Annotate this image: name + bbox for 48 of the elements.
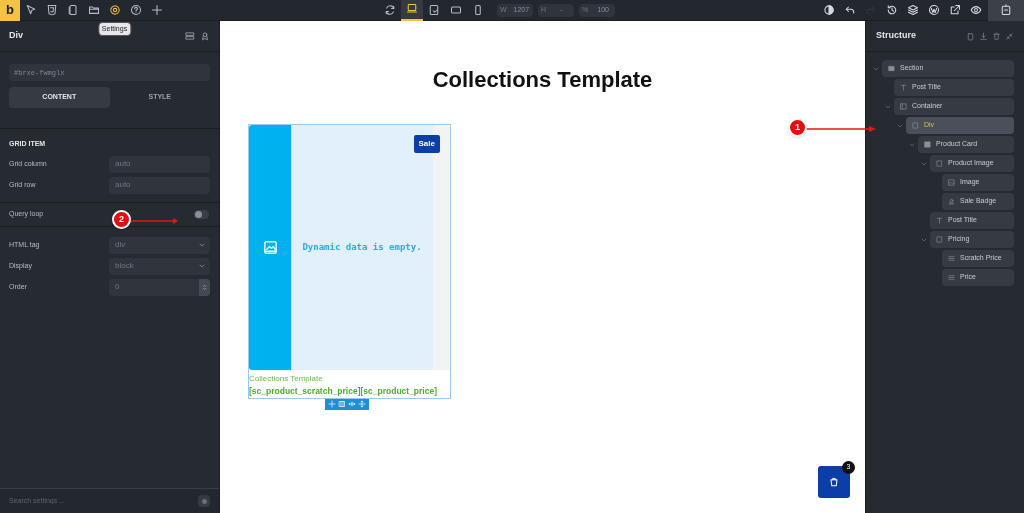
- device-button[interactable]: [401, 0, 423, 21]
- columns-icon: [338, 400, 346, 409]
- product-price: [sc_product_scratch_price][sc_product_price]: [249, 385, 438, 398]
- panel-title: Div: [9, 29, 23, 43]
- pages-icon: [66, 4, 79, 16]
- badge-icon: [200, 31, 210, 41]
- shield-icon: [45, 4, 58, 16]
- page-heading: Collections Template: [432, 66, 653, 94]
- text-icon: [936, 217, 943, 224]
- phone-icon: [472, 4, 484, 16]
- image-icon: [948, 179, 955, 186]
- download-icon: [979, 31, 988, 41]
- cart-button[interactable]: [818, 466, 850, 498]
- settings-icon: [108, 4, 121, 16]
- lines-icon: [948, 255, 955, 262]
- laptop-icon: [406, 3, 418, 15]
- empty-message: Dynamic data is empty.: [302, 240, 422, 254]
- clipboard-icon: [966, 31, 975, 41]
- image-icon: [262, 240, 278, 255]
- pointer-icon: [24, 4, 37, 16]
- sale-badge: Sale: [413, 135, 440, 153]
- panel-title: Structure: [876, 29, 916, 43]
- badge-icon: [948, 198, 955, 205]
- text-icon: [900, 84, 907, 91]
- toolbar-button[interactable]: [988, 0, 1024, 21]
- plus-icon: [150, 4, 163, 16]
- stepper-icon: [201, 283, 208, 291]
- plus-icon: [328, 400, 336, 409]
- chevron-down-icon: [198, 241, 206, 249]
- tablet-landscape-icon: [450, 4, 462, 16]
- element-toolbar[interactable]: [325, 398, 369, 410]
- trash-icon: [992, 31, 1001, 41]
- product-title: Collections Template: [249, 373, 324, 385]
- resize-icon: [348, 400, 356, 409]
- chevron-down-icon: [198, 262, 206, 270]
- collapse-icon: [1005, 31, 1014, 41]
- toggle-switch[interactable]: [194, 209, 209, 219]
- move-icon: [358, 400, 366, 409]
- annotation-arrow: [130, 218, 178, 224]
- tablet-icon: [428, 4, 440, 16]
- folder-icon: [87, 4, 100, 16]
- annotation-arrow: [806, 126, 876, 132]
- lines-icon: [948, 274, 955, 281]
- refresh-icon: [384, 4, 396, 16]
- filter-icon: [200, 497, 208, 505]
- logo[interactable]: b: [0, 0, 20, 21]
- help-icon: [129, 4, 142, 16]
- rows-icon: [185, 31, 195, 41]
